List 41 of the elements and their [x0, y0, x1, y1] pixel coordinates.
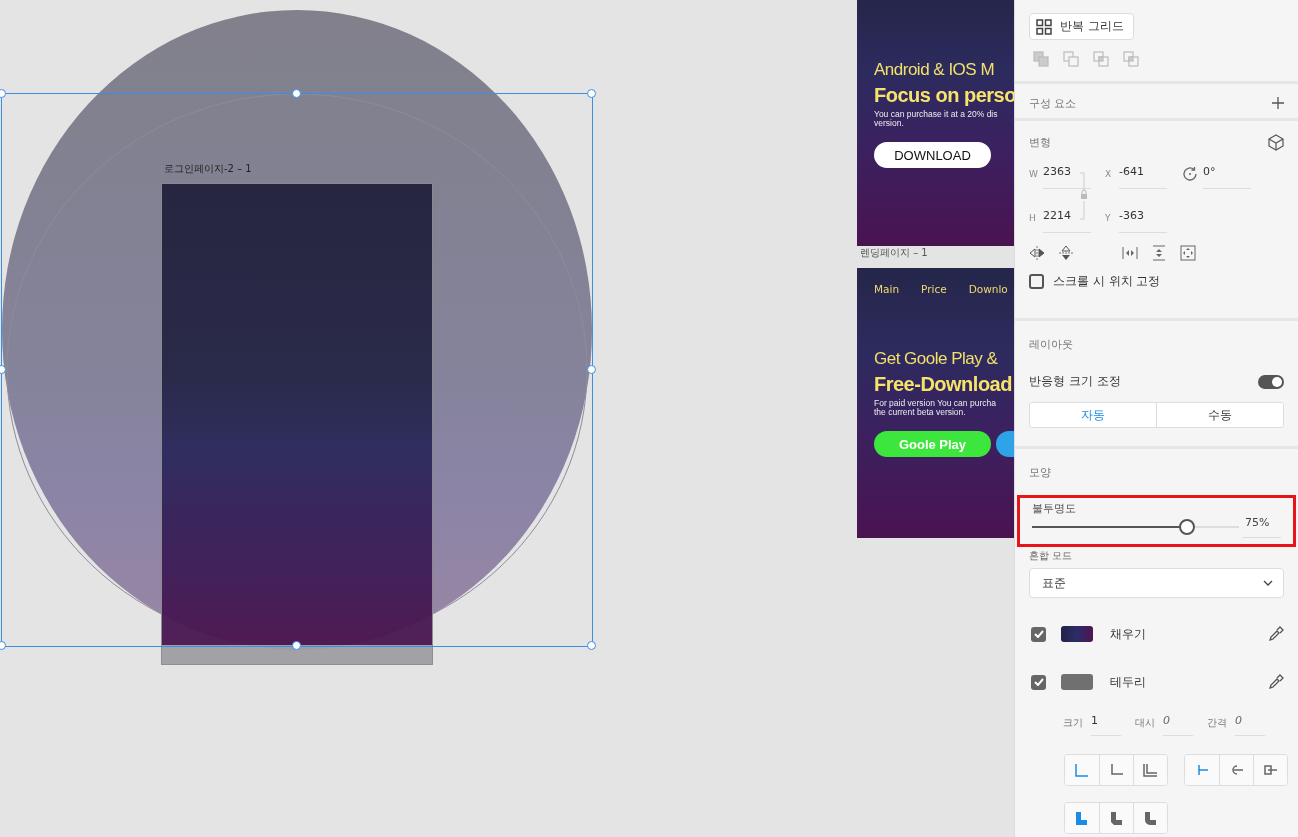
setting-label: 반응형 크기 조정 — [1029, 373, 1121, 390]
section-title: 변형 — [1029, 134, 1051, 150]
stroke-field[interactable]: 0 — [1163, 714, 1193, 736]
field-label: 대시 — [1135, 716, 1155, 730]
nav-link[interactable]: Price — [921, 283, 947, 295]
field-label: H — [1029, 213, 1037, 223]
field-label: X — [1105, 169, 1113, 179]
size-field[interactable]: 2363 — [1043, 159, 1091, 189]
cta-button[interactable]: DOWNLOAD — [874, 142, 991, 168]
position-field[interactable]: -363 — [1119, 203, 1167, 233]
field-label: W — [1029, 169, 1038, 179]
subheadline: Free-Download — [874, 373, 1013, 396]
mode-tab[interactable]: 자동 — [1030, 403, 1156, 427]
nav-link[interactable]: Downlo — [968, 283, 1008, 295]
section-title: 모양 — [1029, 464, 1051, 480]
blend-mode-dropdown[interactable]: 표준 — [1029, 568, 1284, 598]
body-text: You can purchase it at a 20% dis version. — [874, 110, 999, 128]
opacity-value[interactable]: 75% — [1242, 516, 1281, 538]
headline: Get Goole Play & — [874, 349, 999, 369]
section-title: 레이아웃 — [1029, 336, 1073, 352]
headline: Android & IOS M — [874, 60, 996, 80]
paint-label: 채우기 — [1110, 625, 1147, 643]
field-label: 간격 — [1207, 716, 1227, 730]
body-text: For paid version You can purcha the current beta version. — [874, 399, 997, 417]
stroke-field[interactable]: 0 — [1235, 714, 1265, 736]
field-label: 크기 — [1063, 716, 1083, 730]
mode-tab[interactable]: 수동 — [1156, 403, 1283, 427]
slider-label: 불투명도 — [1032, 502, 1077, 516]
artboard-title[interactable]: 로그인페이지-2 – 1 — [164, 162, 252, 176]
field-label: 혼합 모드 — [1029, 549, 1074, 563]
stroke-field[interactable]: 1 — [1091, 714, 1121, 736]
rotation-field[interactable]: 0° — [1203, 159, 1251, 189]
nav-link[interactable]: Main — [874, 283, 900, 295]
artboard-title[interactable]: 렌딩페이지 – 1 — [860, 246, 928, 260]
paint-label: 테두리 — [1110, 673, 1147, 691]
size-field[interactable]: 2214 — [1043, 203, 1091, 233]
section-title: 구성 요소 — [1029, 95, 1077, 111]
repeat-grid-button[interactable]: 반복 그리드 — [1029, 13, 1134, 40]
checkbox-label: 스크롤 시 위치 고정 — [1053, 273, 1161, 290]
field-label: Y — [1105, 213, 1112, 223]
position-field[interactable]: -641 — [1119, 159, 1167, 189]
